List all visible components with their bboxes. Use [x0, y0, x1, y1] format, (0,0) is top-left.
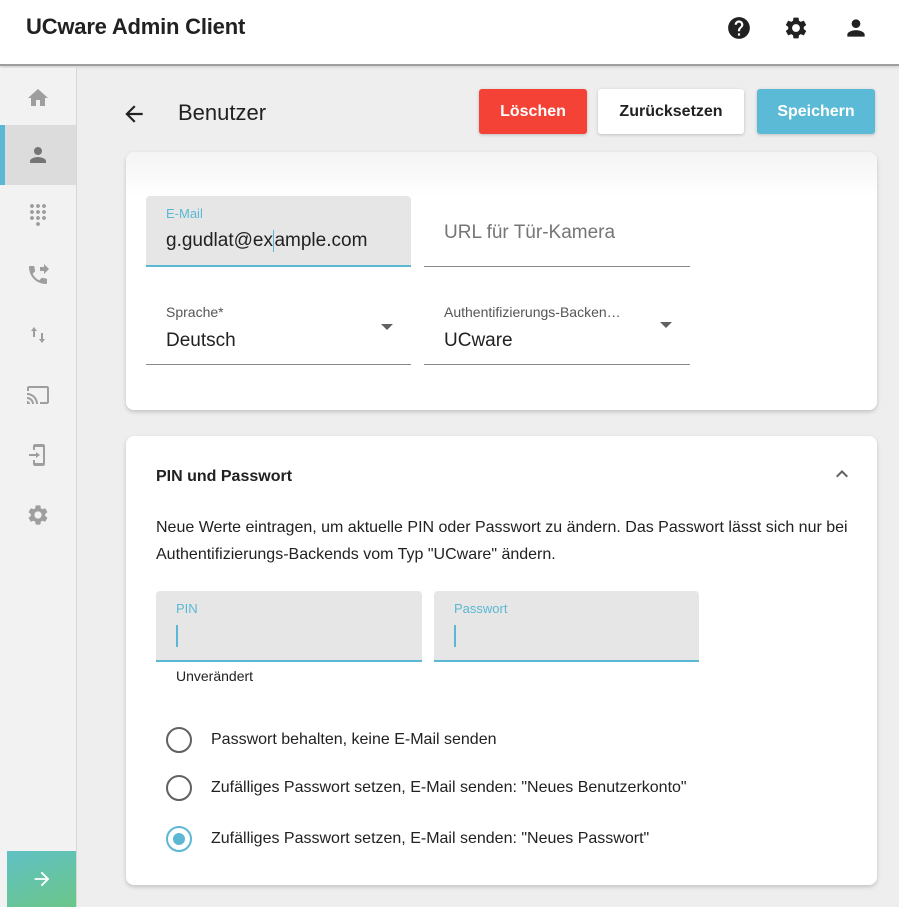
radio-button-checked[interactable]	[166, 826, 192, 852]
cast-icon	[27, 386, 49, 404]
door-camera-url-placeholder: URL für Tür-Kamera	[444, 222, 616, 243]
auth-backend-value: UCware	[444, 330, 513, 351]
radio-random-password-new-account[interactable]: Zufälliges Passwort setzen, E-Mail sende…	[166, 773, 687, 803]
pin-caret	[176, 625, 178, 647]
password-caret	[454, 625, 456, 647]
person-icon	[30, 147, 46, 163]
page-title: Benutzer	[178, 100, 267, 125]
pin-field[interactable]: PIN	[156, 591, 422, 662]
dialpad-icon	[30, 204, 46, 226]
arrow-right-icon	[34, 871, 49, 887]
app-bar: UCware Admin Client	[0, 0, 899, 66]
home-icon	[28, 89, 48, 106]
password-label: Passwort	[454, 601, 508, 616]
auth-backend-underline	[424, 364, 690, 365]
email-value: g.gudlat@example.com	[166, 230, 368, 252]
email-label: E-Mail	[166, 206, 203, 221]
auth-backend-label: Authentifizierungs-Backen…	[444, 304, 621, 320]
phone-forward-icon	[29, 264, 49, 284]
help-icon[interactable]	[726, 15, 752, 41]
account-icon[interactable]	[843, 15, 869, 41]
radio-button[interactable]	[166, 727, 192, 753]
reset-button[interactable]: Zurücksetzen	[598, 89, 744, 134]
arrows-up-down-icon	[31, 327, 45, 343]
radio-label: Zufälliges Passwort setzen, E-Mail sende…	[211, 779, 687, 796]
arrow-left-icon	[125, 105, 143, 123]
radio-label: Passwort behalten, keine E-Mail senden	[211, 731, 497, 748]
email-underline	[146, 265, 411, 267]
language-select[interactable]: Sprache* Deutsch	[146, 304, 411, 365]
sidebar-item-users[interactable]	[0, 125, 76, 185]
chevron-down-icon	[381, 324, 393, 330]
pin-hint: Unverändert	[176, 668, 254, 684]
sidebar-item-call-forward[interactable]	[0, 245, 76, 305]
sidebar-item-cast[interactable]	[0, 365, 76, 425]
device-login-icon	[29, 444, 45, 466]
pin-label: PIN	[176, 601, 198, 616]
radio-button[interactable]	[166, 775, 192, 801]
language-label: Sprache*	[166, 304, 224, 320]
radio-random-password-new-password[interactable]: Zufälliges Passwort setzen, E-Mail sende…	[166, 824, 649, 854]
sidebar-item-dialpad[interactable]	[0, 185, 76, 245]
settings-icon[interactable]	[783, 15, 809, 41]
radio-label: Zufälliges Passwort setzen, E-Mail sende…	[211, 830, 650, 847]
sidebar-item-sort[interactable]	[0, 305, 76, 365]
password-underline	[434, 660, 699, 662]
text-caret	[272, 230, 275, 252]
chevron-down-icon	[660, 322, 672, 328]
door-camera-url-underline	[424, 266, 690, 267]
sidebar	[0, 68, 77, 907]
pin-underline	[156, 660, 422, 662]
auth-backend-select[interactable]: Authentifizierungs-Backen… UCware	[424, 304, 690, 365]
password-field[interactable]: Passwort	[434, 591, 699, 662]
door-camera-url-field[interactable]: URL für Tür-Kamera	[424, 196, 690, 267]
language-value: Deutsch	[166, 330, 236, 351]
sidebar-item-provisioning[interactable]	[0, 425, 76, 485]
section-title: PIN und Passwort	[156, 468, 293, 485]
save-button[interactable]: Speichern	[757, 89, 875, 134]
radio-keep-password[interactable]: Passwort behalten, keine E-Mail senden	[166, 725, 497, 755]
language-underline	[146, 364, 411, 365]
app-title: UCware Admin Client	[26, 14, 246, 39]
sidebar-item-home[interactable]	[0, 68, 76, 128]
back-button[interactable]	[120, 100, 148, 128]
section-description: Neue Werte eintragen, um aktuelle PIN od…	[156, 519, 848, 563]
chevron-up-icon[interactable]	[830, 462, 854, 486]
sidebar-expand-button[interactable]	[7, 851, 76, 907]
gear-icon	[28, 505, 48, 525]
email-field[interactable]: E-Mail g.gudlat@example.com	[146, 196, 411, 267]
sidebar-item-settings[interactable]	[0, 485, 76, 545]
user-settings-card	[126, 152, 877, 410]
delete-button[interactable]: Löschen	[479, 89, 587, 134]
